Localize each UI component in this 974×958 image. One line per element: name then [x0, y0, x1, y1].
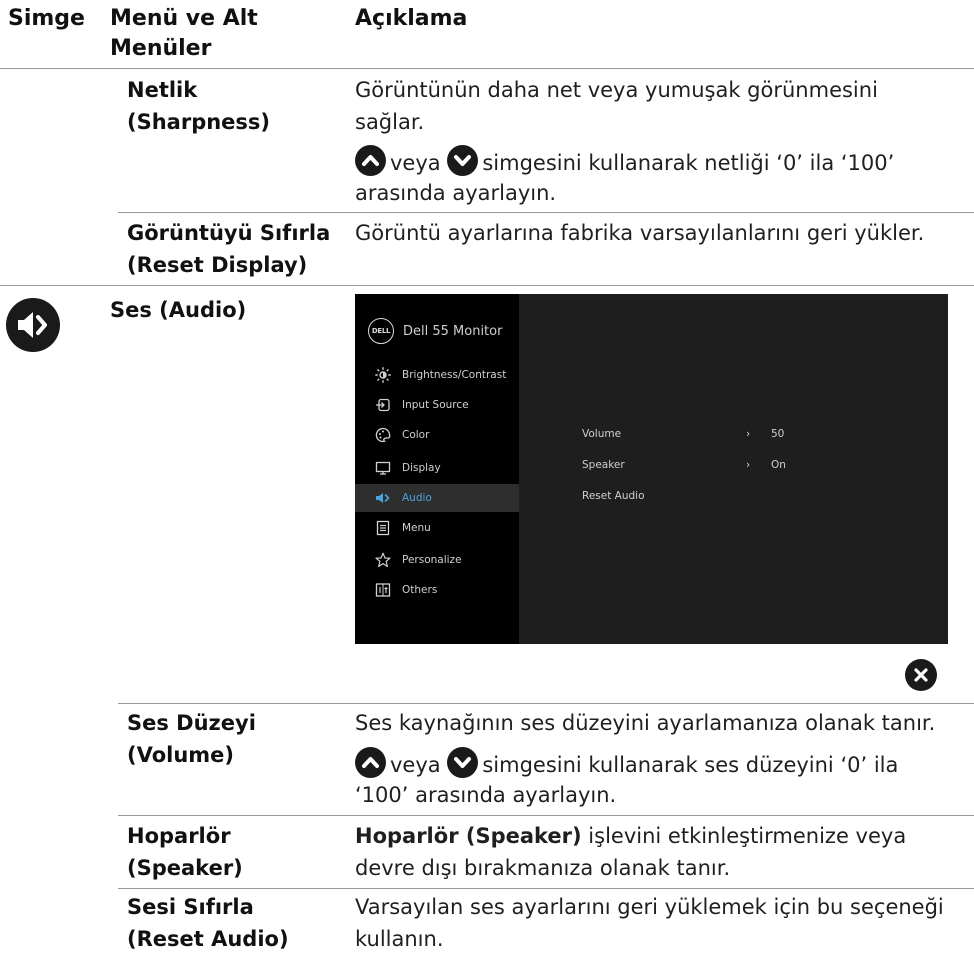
reset-audio-label-line2: (Reset Audio) [127, 927, 289, 951]
volume-divider [118, 815, 974, 816]
speaker-label-line2: (Speaker) [127, 856, 243, 880]
osd-row-volume-arrow: › [746, 428, 751, 440]
osd-menu-brightness-label: Brightness/Contrast [402, 369, 507, 381]
osd-menu-input-source-label: Input Source [402, 399, 469, 411]
star-icon [375, 552, 391, 568]
header-col-menu-line2: Menüler [110, 36, 212, 61]
audio-label: Ses (Audio) [110, 298, 247, 322]
osd-row-speaker-value: On [771, 459, 786, 471]
sharpness-adjust-end: simgesini kullanarak netliği ‘0’ ila ‘10… [482, 151, 895, 175]
osd-menu-personalize-label: Personalize [402, 554, 462, 566]
reset-audio-label-line1: Sesi Sıfırla [127, 895, 254, 919]
speaker-desc-line2: devre dışı bırakmanıza olanak tanır. [355, 856, 731, 880]
osd-menu-display[interactable]: Display [355, 454, 519, 482]
reset-display-desc: Görüntü ayarlarına fabrika varsayılanlar… [355, 221, 925, 245]
osd-brand: DELL Dell 55 Monitor [368, 318, 502, 344]
brightness-icon [375, 367, 391, 383]
osd-screenshot: DELL Dell 55 Monitor Brightness/Contrast… [355, 294, 948, 644]
osd-row-speaker-name: Speaker [582, 459, 625, 471]
osd-row-speaker-arrow: › [746, 459, 751, 471]
volume-adjust-line1: veya simgesini kullanarak ses düzeyini ‘… [355, 747, 898, 781]
menu-icon [375, 520, 391, 536]
osd-menu-menu-label: Menu [402, 522, 431, 534]
display-icon [375, 460, 391, 476]
header-col-menu-line1: Menü ve Alt [110, 6, 258, 31]
osd-menu-brightness[interactable]: Brightness/Contrast [355, 361, 519, 389]
speaker-icon [6, 298, 60, 352]
osd-menu-menu[interactable]: Menu [355, 514, 519, 542]
reset-display-divider [0, 285, 974, 286]
osd-row-reset-audio-name: Reset Audio [582, 490, 645, 502]
header-divider [0, 68, 974, 69]
dell-logo: DELL [368, 318, 394, 344]
reset-display-label-line2: (Reset Display) [127, 253, 308, 277]
volume-adjust-mid: veya [390, 753, 441, 777]
close-icon[interactable] [905, 659, 937, 691]
volume-adjust-line2: ‘100’ arasında ayarlayın. [355, 783, 617, 807]
header-col-desc: Açıklama [355, 6, 468, 31]
osd-divider [118, 703, 974, 704]
down-arrow-icon [447, 145, 479, 176]
osd-menu-audio[interactable]: Audio [355, 484, 519, 512]
up-arrow-icon [355, 747, 386, 778]
input-source-icon [375, 397, 391, 413]
sharpness-divider [118, 212, 974, 213]
reset-audio-desc-line2: kullanın. [355, 927, 444, 951]
reset-display-label-line1: Görüntüyü Sıfırla [127, 221, 331, 245]
sharpness-adjust-line1: veya simgesini kullanarak netliği ‘0’ il… [355, 145, 894, 179]
reset-audio-desc-line1: Varsayılan ses ayarlarını geri yüklemek … [355, 895, 944, 919]
osd-sidebar: DELL Dell 55 Monitor Brightness/Contrast… [355, 294, 519, 644]
sharpness-label-line1: Netlik [127, 78, 198, 102]
audio-icon [375, 490, 391, 506]
volume-adjust-end: simgesini kullanarak ses düzeyini ‘0’ il… [482, 753, 899, 777]
osd-row-volume-name: Volume [582, 428, 622, 440]
color-palette-icon [375, 427, 391, 443]
osd-menu-others-label: Others [402, 584, 438, 596]
osd-menu-input-source[interactable]: Input Source [355, 391, 519, 419]
speaker-label-line1: Hoparlör [127, 824, 231, 848]
sharpness-desc-line1: Görüntünün daha net veya yumuşak görünme… [355, 78, 878, 102]
osd-title: Dell 55 Monitor [403, 323, 503, 339]
osd-menu-others[interactable]: Others [355, 576, 519, 604]
volume-label-line1: Ses Düzeyi [127, 711, 256, 735]
down-arrow-icon [447, 747, 479, 778]
up-arrow-icon [355, 145, 386, 176]
sharpness-adjust-mid: veya [390, 151, 441, 175]
sharpness-label-line2: (Sharpness) [127, 110, 271, 134]
sharpness-adjust-line2: arasında ayarlayın. [355, 181, 557, 205]
osd-menu-color-label: Color [402, 429, 430, 441]
osd-menu-display-label: Display [402, 462, 441, 474]
speaker-desc-line1: Hoparlör (Speaker) işlevini etkinleştirm… [355, 820, 906, 852]
volume-label-line2: (Volume) [127, 743, 234, 767]
volume-desc: Ses kaynağının ses düzeyini ayarlamanıza… [355, 711, 936, 735]
header-col-icon: Simge [8, 6, 85, 31]
osd-menu-color[interactable]: Color [355, 421, 519, 449]
osd-menu-personalize[interactable]: Personalize [355, 546, 519, 574]
speaker-desc-rest: işlevini etkinleştirmenize veya [581, 824, 907, 848]
others-icon [375, 582, 391, 598]
speaker-divider [118, 888, 974, 889]
speaker-desc-bold: Hoparlör (Speaker) [355, 824, 582, 848]
osd-menu-audio-label: Audio [402, 492, 432, 504]
sharpness-desc-line2: sağlar. [355, 110, 425, 134]
osd-row-volume-value: 50 [771, 428, 785, 440]
